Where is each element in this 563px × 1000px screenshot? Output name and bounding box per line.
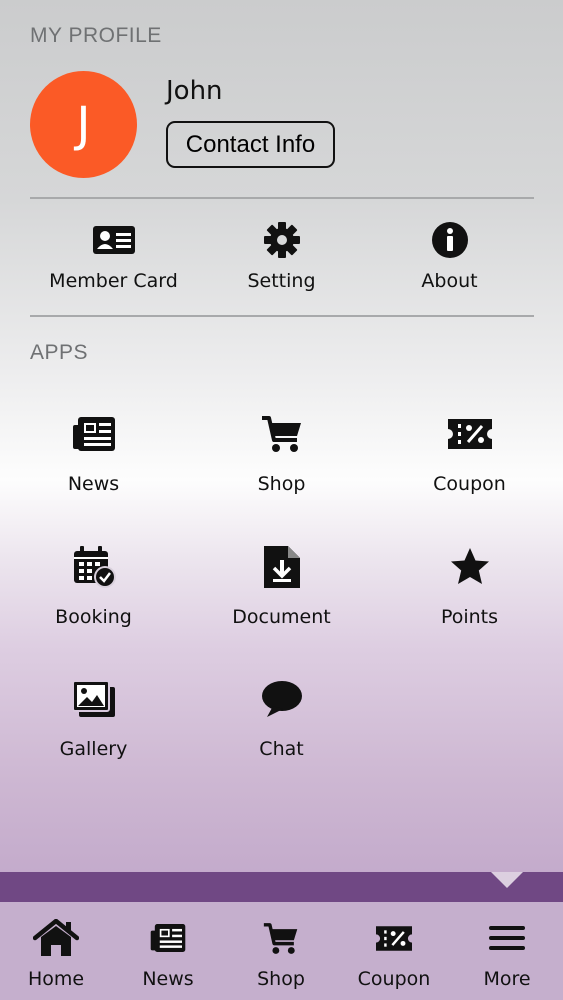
divider (30, 197, 534, 199)
chat-bubble-icon (188, 677, 375, 721)
coupon-icon (376, 412, 563, 456)
coupon-icon (338, 918, 450, 958)
app-chat[interactable]: Chat (188, 677, 375, 760)
cart-icon (188, 412, 375, 456)
tab-label: More (483, 968, 531, 990)
bottom-tab-bar: Home News Shop Coupon More (0, 902, 563, 1000)
app-coupon[interactable]: Coupon (376, 412, 563, 495)
app-gallery[interactable]: Gallery (0, 677, 187, 760)
app-label: Coupon (433, 473, 506, 495)
gear-icon (188, 220, 375, 260)
contact-info-button[interactable]: Contact Info (166, 121, 335, 168)
cart-icon (225, 918, 337, 958)
setting-button[interactable]: Setting (188, 220, 375, 292)
quick-action-label: Setting (247, 270, 316, 292)
quick-action-label: Member Card (49, 270, 178, 292)
tab-label: Home (27, 968, 85, 990)
app-label: Chat (259, 738, 304, 760)
about-button[interactable]: About (356, 220, 543, 292)
tab-home[interactable]: Home (0, 902, 112, 1000)
tab-label: Shop (257, 968, 305, 990)
info-icon (356, 220, 543, 260)
tab-news[interactable]: News (112, 902, 224, 1000)
app-label: Gallery (59, 738, 128, 760)
newspaper-icon (112, 918, 224, 958)
app-booking[interactable]: Booking (0, 545, 187, 628)
menu-accent-bar (0, 872, 563, 902)
apps-section-title: APPS (30, 341, 89, 364)
app-document[interactable]: Document (188, 545, 375, 628)
tab-label: News (142, 968, 194, 990)
app-news[interactable]: News (0, 412, 187, 495)
home-icon (0, 918, 112, 958)
gallery-icon (0, 677, 187, 721)
menu-icon (451, 918, 563, 958)
tab-coupon[interactable]: Coupon (338, 902, 450, 1000)
tab-more[interactable]: More (451, 902, 563, 1000)
app-label: Points (440, 606, 499, 628)
calendar-check-icon (0, 545, 187, 589)
app-shop[interactable]: Shop (188, 412, 375, 495)
quick-action-label: About (421, 270, 478, 292)
member-card-button[interactable]: Member Card (20, 220, 207, 292)
profile-name: John (166, 76, 223, 106)
tab-shop[interactable]: Shop (225, 902, 337, 1000)
star-icon (376, 545, 563, 589)
tab-label: Coupon (357, 968, 431, 990)
document-download-icon (188, 545, 375, 589)
app-points[interactable]: Points (376, 545, 563, 628)
app-label: Booking (55, 606, 132, 628)
newspaper-icon (0, 412, 187, 456)
app-label: Document (232, 606, 331, 628)
app-label: News (67, 473, 120, 495)
app-label: Shop (257, 473, 306, 495)
active-tab-pointer (491, 872, 523, 888)
divider (30, 315, 534, 317)
id-card-icon (20, 220, 207, 260)
avatar[interactable]: J (30, 71, 137, 178)
profile-section-title: MY PROFILE (30, 24, 162, 47)
